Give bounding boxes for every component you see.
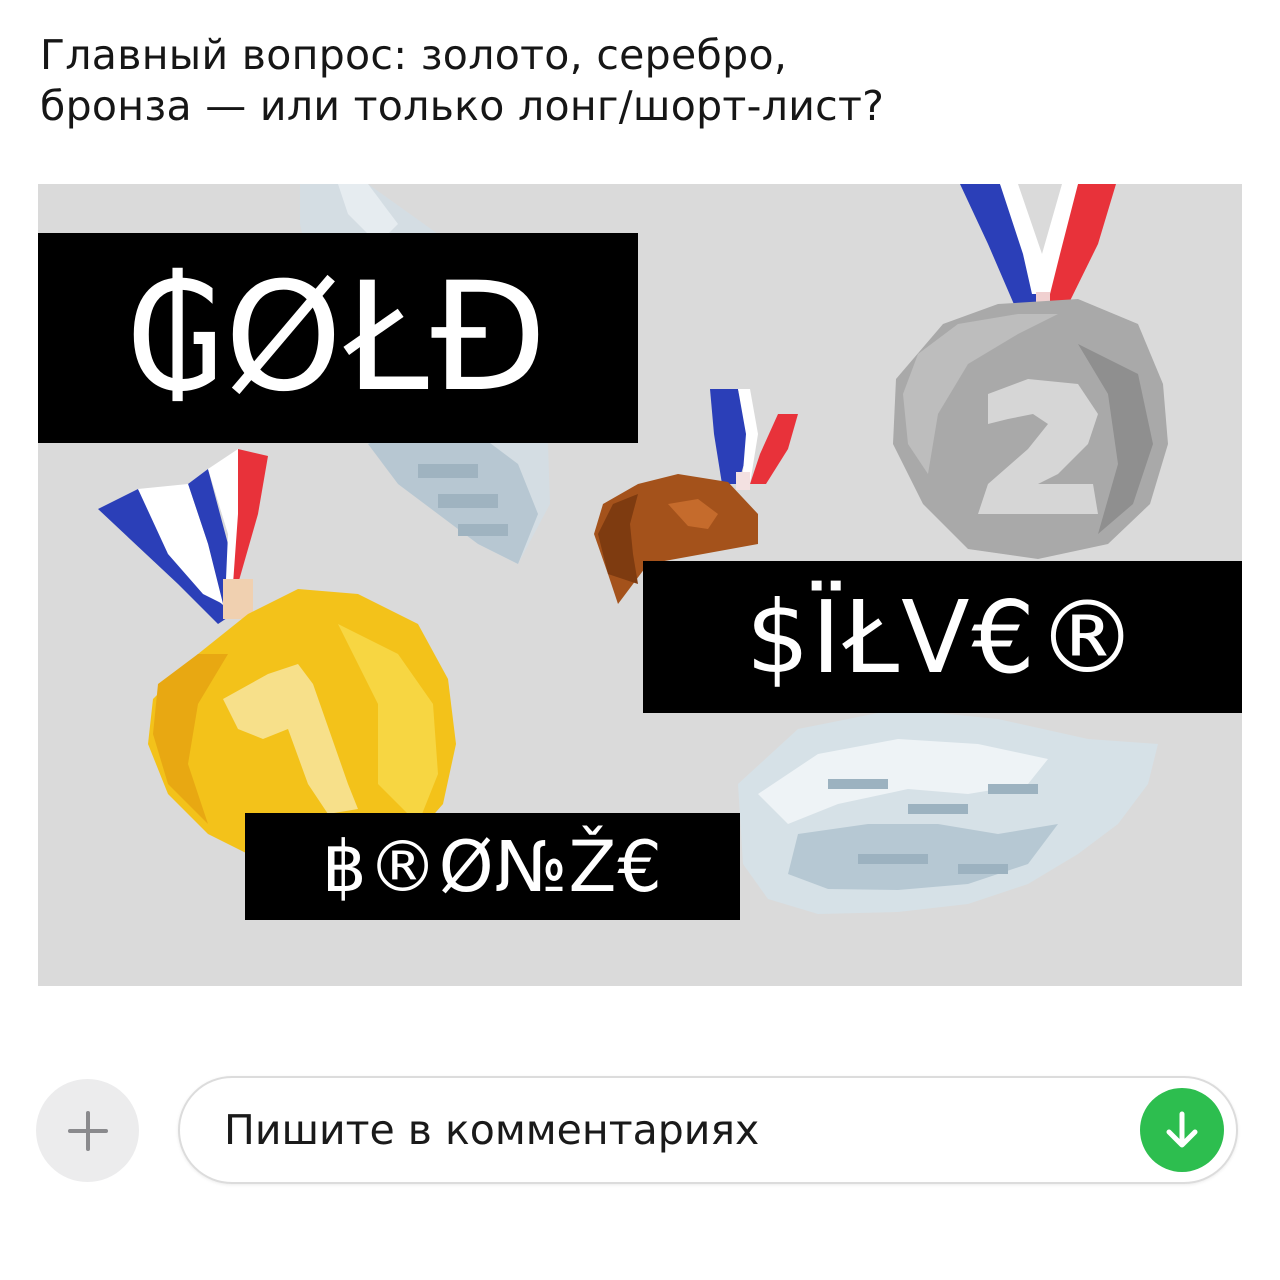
arrow-down-icon [1166, 1111, 1198, 1148]
post-headline: Главный вопрос: золото, серебро, бронза … [40, 30, 1240, 132]
silver-label: $ÏŁV€® [643, 561, 1242, 713]
gold-label: ₲ØŁĐ [38, 233, 638, 443]
add-attachment-button[interactable] [36, 1079, 139, 1182]
medals-illustration: ₲ØŁĐ $ÏŁV€® ฿®Ø№Ž€ [38, 184, 1242, 986]
comment-input-text: Пишите в комментариях [224, 1106, 760, 1154]
headline-line-2: бронза — или только лонг/шорт-лист? [40, 82, 885, 130]
bronze-label: ฿®Ø№Ž€ [245, 813, 740, 920]
wing-bottom-illustration [738, 709, 1158, 914]
silver-medal-illustration [893, 184, 1168, 559]
comment-input[interactable]: Пишите в комментариях [178, 1076, 1238, 1184]
send-button[interactable] [1140, 1088, 1224, 1172]
headline-line-1: Главный вопрос: золото, серебро, [40, 31, 788, 79]
plus-icon [67, 1110, 108, 1151]
